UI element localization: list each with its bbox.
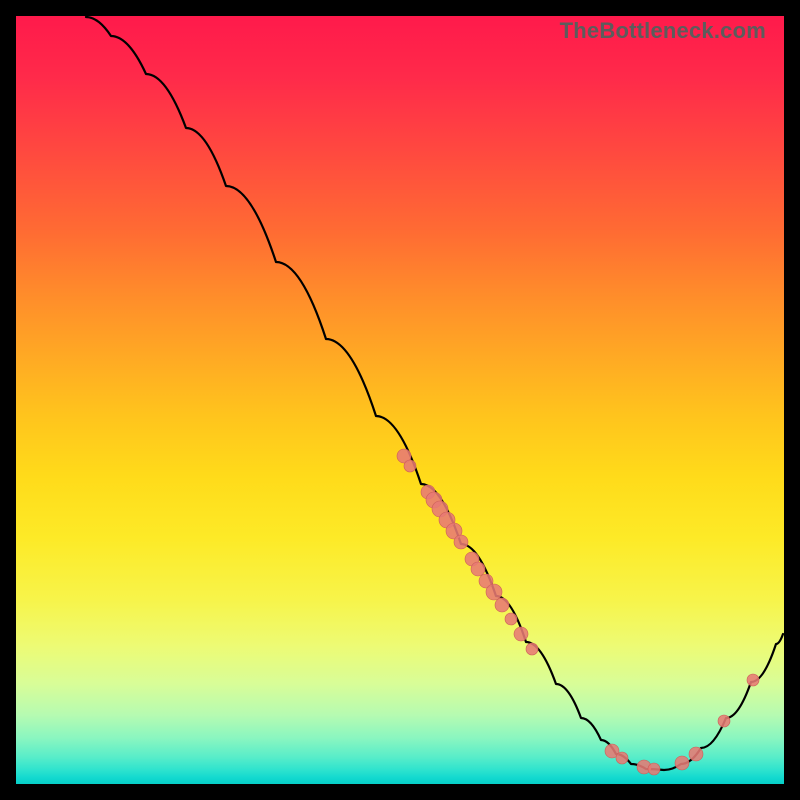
data-point: [675, 756, 689, 770]
chart-overlay: [16, 16, 784, 784]
data-point: [747, 674, 759, 686]
data-point: [616, 752, 628, 764]
data-point: [718, 715, 730, 727]
data-point: [689, 747, 703, 761]
data-point: [526, 643, 538, 655]
data-point: [471, 562, 485, 576]
data-point: [404, 460, 416, 472]
data-point: [495, 598, 509, 612]
scatter-dots: [397, 449, 759, 775]
data-point: [454, 535, 468, 549]
bottleneck-curve: [86, 17, 783, 770]
chart-stage: TheBottleneck.com: [0, 0, 800, 800]
data-point: [514, 627, 528, 641]
data-point: [505, 613, 517, 625]
plot-area: TheBottleneck.com: [16, 16, 784, 784]
data-point: [648, 763, 660, 775]
data-point: [486, 584, 502, 600]
